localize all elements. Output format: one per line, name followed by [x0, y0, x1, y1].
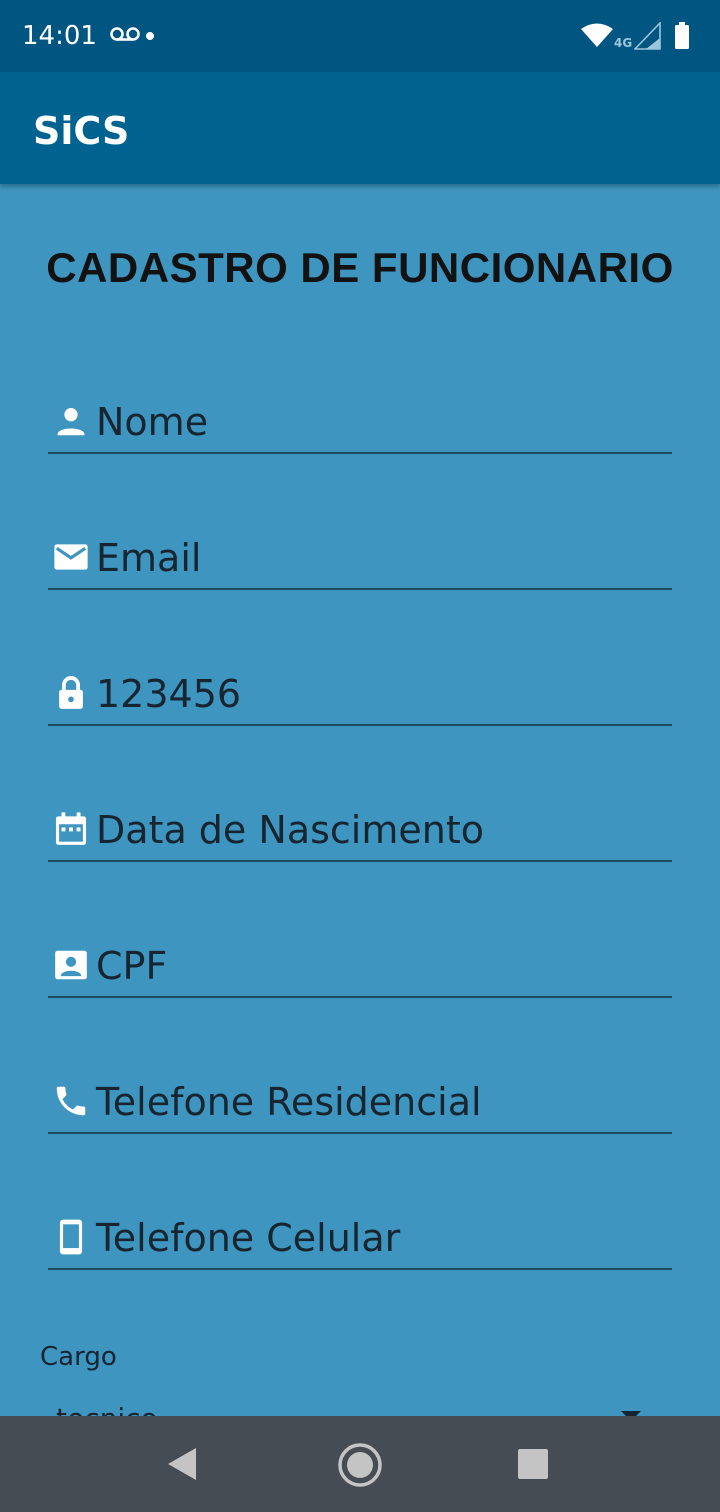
lock-icon: [59, 676, 83, 709]
mobile-phone-hint: Telefone Celular: [96, 1216, 401, 1260]
app-title: SiCS: [33, 109, 130, 153]
nome-hint: Nome: [96, 400, 209, 444]
phone-icon: [56, 1086, 86, 1116]
voicemail-icon: [110, 27, 140, 41]
home-button-icon[interactable]: [336, 1442, 384, 1488]
page-title: CADASTRO DE FUNCIONARIO: [46, 244, 674, 291]
email-field[interactable]: Email: [48, 520, 672, 590]
email-hint: Email: [96, 536, 202, 580]
cargo-label: Cargo: [40, 1342, 117, 1372]
home-phone-hint: Telefone Residencial: [96, 1080, 482, 1124]
navigation-bar: [0, 1416, 720, 1512]
network-type-label: 4G: [614, 36, 633, 50]
cpf-hint: CPF: [96, 944, 168, 988]
home-phone-field[interactable]: Telefone Residencial: [48, 1064, 672, 1134]
recent-apps-button-icon[interactable]: [518, 1449, 548, 1479]
birthdate-field[interactable]: Data de Nascimento: [48, 792, 672, 862]
cpf-field[interactable]: CPF: [48, 928, 672, 998]
status-bar: 14:01 4G: [0, 0, 720, 72]
nome-field[interactable]: Nome: [48, 384, 672, 454]
mobile-phone-field[interactable]: Telefone Celular: [48, 1200, 672, 1270]
calendar-icon: [55, 812, 87, 845]
password-field[interactable]: 123456: [48, 656, 672, 726]
app-bar: SiCS: [0, 72, 720, 184]
person-icon: [57, 408, 85, 436]
back-button-icon[interactable]: [166, 1446, 198, 1482]
wifi-icon: [581, 23, 613, 47]
smartphone-icon: [59, 1219, 83, 1255]
mail-icon: [54, 544, 88, 570]
notification-dot-icon: [146, 32, 154, 40]
signal-icon: [634, 22, 661, 50]
status-time: 14:01: [22, 21, 97, 51]
birthdate-hint: Data de Nascimento: [96, 808, 484, 852]
password-value: 123456: [96, 672, 242, 716]
battery-icon: [675, 22, 689, 49]
contact-card-icon: [55, 950, 87, 980]
